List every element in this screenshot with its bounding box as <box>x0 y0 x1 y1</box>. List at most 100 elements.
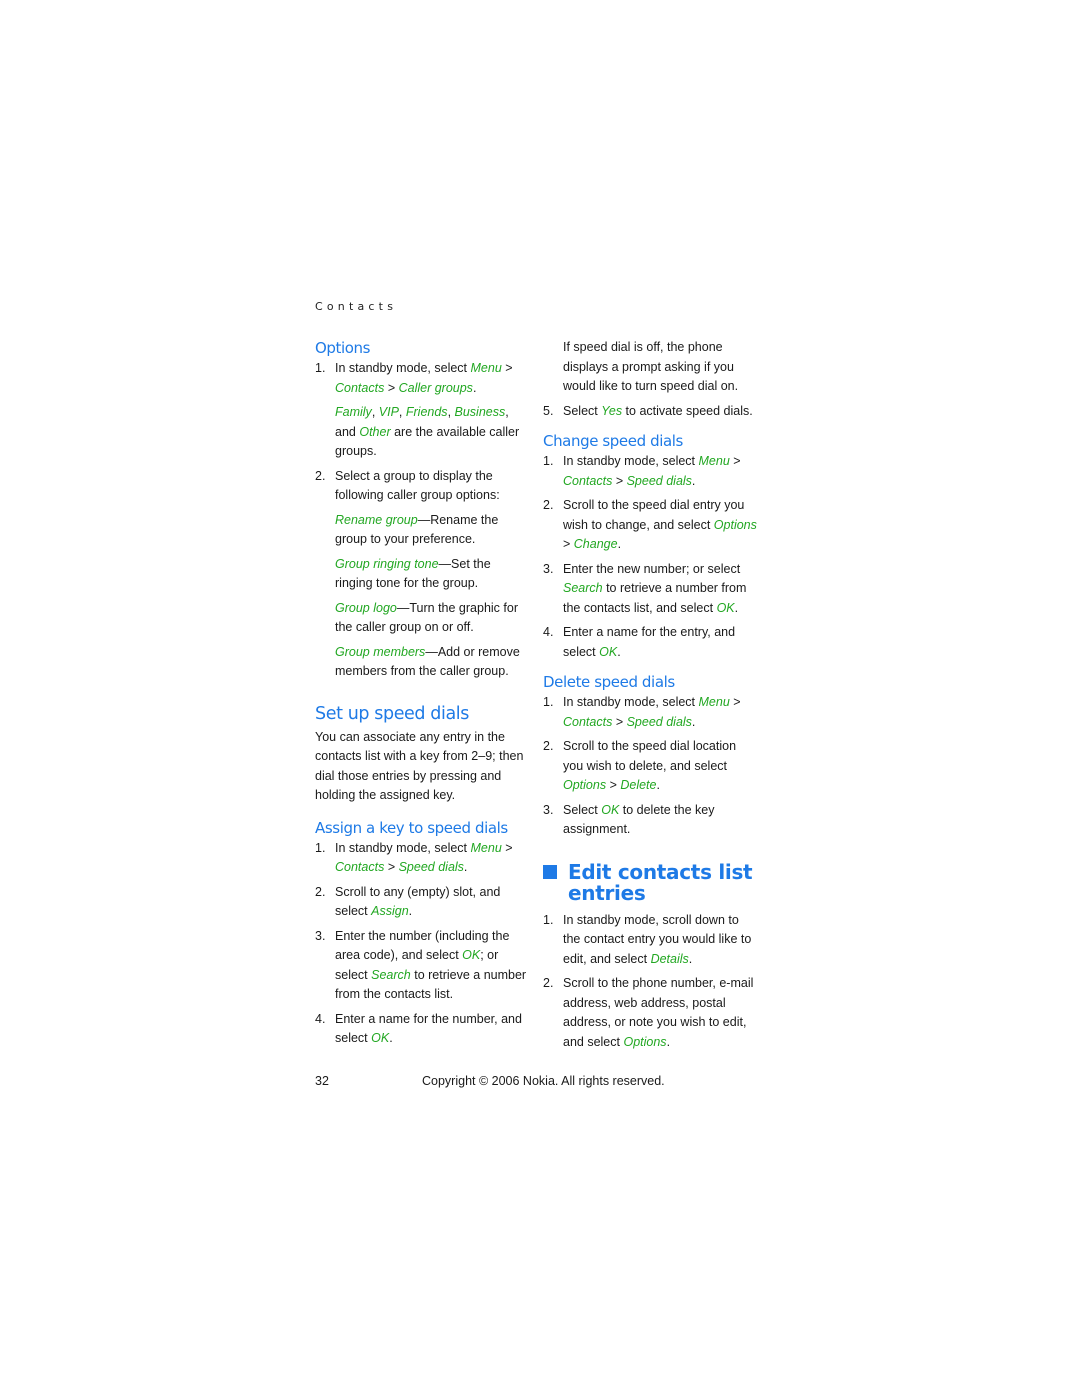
text: Scroll to any (empty) slot, and select <box>335 884 501 919</box>
options-term: Options <box>713 517 757 532</box>
page-number: 32 <box>315 1074 329 1088</box>
text: . <box>666 1034 671 1049</box>
step-number: 2. <box>543 498 554 512</box>
text: > <box>606 778 621 792</box>
change-step-1: 1. In standby mode, select Menu > Contac… <box>543 452 758 491</box>
section-heading-options: Options <box>315 339 371 357</box>
options-step-2: 2. Select a group to display the followi… <box>315 467 530 506</box>
assign-step-1: 1. In standby mode, select Menu > Contac… <box>315 839 530 878</box>
change-step-4: 4. Enter a name for the entry, and selec… <box>543 623 758 662</box>
text: In standby mode, select <box>335 361 471 375</box>
text: to activate speed dials. <box>622 403 753 418</box>
step-number: 2. <box>315 468 326 483</box>
friends-term: Friends <box>405 405 448 419</box>
text: , <box>447 405 455 419</box>
step-number: 5. <box>543 403 554 418</box>
assign-term: Assign <box>371 904 409 918</box>
step-number: 1. <box>315 361 326 375</box>
square-bullet-icon <box>543 864 557 879</box>
assign-step-3: 3. Enter the number (including the area … <box>315 927 530 1005</box>
right-column: If speed dial is off, the phone displays… <box>543 338 758 1052</box>
text: In standby mode, select <box>563 695 699 709</box>
section-heading-change-speed-dials: Change speed dials <box>543 432 683 450</box>
assign-step-2: 2. Scroll to any (empty) slot, and selec… <box>315 883 530 922</box>
step-number: 3. <box>543 561 554 576</box>
menu-term: Menu <box>698 454 730 468</box>
change-term: Change <box>573 537 618 551</box>
text: Select <box>563 802 602 817</box>
option-name: Group members <box>335 644 426 659</box>
option-group-members: Group members—Add or remove members from… <box>315 643 530 682</box>
speed-dials-term: Speed dials <box>626 473 692 488</box>
ok-term: OK <box>599 644 618 659</box>
step-number: 4. <box>543 625 554 639</box>
options-term: Options <box>623 1034 667 1049</box>
assign-step-4: 4. Enter a name for the number, and sele… <box>315 1010 530 1049</box>
section-heading-edit-contacts: Edit contacts list entries <box>543 859 758 905</box>
text: . <box>472 380 477 395</box>
text: , <box>371 405 379 419</box>
option-group-ringing-tone: Group ringing tone—Set the ringing tone … <box>315 555 530 594</box>
text: . <box>688 951 693 966</box>
text: > <box>501 840 513 855</box>
yes-term: Yes <box>601 403 623 418</box>
text: > <box>501 361 513 375</box>
edit-step-2: 2. Scroll to the phone number, e-mail ad… <box>543 974 758 1052</box>
option-name: Group logo <box>335 600 397 615</box>
text: Select a group to display the following … <box>335 468 500 503</box>
left-column: Options 1. In standby mode, select Menu … <box>315 338 530 1049</box>
text: Enter the new number; or select <box>563 561 741 576</box>
delete-step-1: 1. In standby mode, select Menu > Contac… <box>543 693 758 732</box>
step-number: 1. <box>543 454 554 468</box>
change-step-3: 3. Enter the new number; or select Searc… <box>543 560 758 619</box>
step-number: 4. <box>315 1011 326 1026</box>
menu-term: Menu <box>470 840 502 855</box>
text: > <box>384 380 399 395</box>
running-head: Contacts <box>315 300 398 313</box>
section-heading-delete-speed-dials: Delete speed dials <box>543 673 675 691</box>
section-heading-setup-speed-dials: Set up speed dials <box>315 703 469 724</box>
text: > <box>612 714 627 729</box>
delete-step-2: 2. Scroll to the speed dial location you… <box>543 737 758 796</box>
heading-text: Edit contacts list entries <box>568 859 753 905</box>
text: . <box>617 537 622 551</box>
manual-page: Contacts Options 1. In standby mode, sel… <box>0 0 1080 1397</box>
step-number: 1. <box>315 840 326 855</box>
ok-term: OK <box>601 802 620 817</box>
speed-dials-term: Speed dials <box>626 714 692 729</box>
text: > <box>563 537 574 551</box>
search-term: Search <box>563 581 603 595</box>
text: Scroll to the speed dial location you wi… <box>563 739 737 773</box>
step-number: 2. <box>543 976 554 990</box>
text: > <box>612 473 627 488</box>
option-group-logo: Group logo—Turn the graphic for the call… <box>315 599 530 638</box>
text: Select <box>563 403 602 418</box>
assign-step-5: 5. Select Yes to activate speed dials. <box>543 402 758 422</box>
contacts-term: Contacts <box>563 714 613 729</box>
text: > <box>729 454 741 468</box>
text: , <box>398 405 406 419</box>
text: . <box>691 714 696 729</box>
other-term: Other <box>359 424 391 439</box>
option-name: Group ringing tone <box>335 556 439 571</box>
contacts-term: Contacts <box>563 473 613 488</box>
text: . <box>408 904 413 918</box>
menu-term: Menu <box>698 695 730 709</box>
text: . <box>389 1031 393 1045</box>
step-number: 3. <box>543 802 554 817</box>
vip-term: VIP <box>378 405 399 419</box>
step-number: 1. <box>543 912 554 927</box>
menu-term: Menu <box>470 361 502 375</box>
section-heading-assign-key: Assign a key to speed dials <box>315 818 508 837</box>
text: > <box>384 860 399 874</box>
details-term: Details <box>650 951 689 966</box>
copyright: Copyright © 2006 Nokia. All rights reser… <box>422 1074 665 1088</box>
business-term: Business <box>454 405 506 419</box>
step-number: 1. <box>543 695 554 709</box>
text: In standby mode, select <box>563 454 699 468</box>
delete-term: Delete <box>620 778 657 792</box>
speed-dials-term: Speed dials <box>398 860 464 874</box>
caller-groups-note: Family, VIP, Friends, Business, and Othe… <box>315 403 530 462</box>
setup-intro: You can associate any entry in the conta… <box>315 729 524 803</box>
caller-groups-term: Caller groups <box>398 380 473 395</box>
